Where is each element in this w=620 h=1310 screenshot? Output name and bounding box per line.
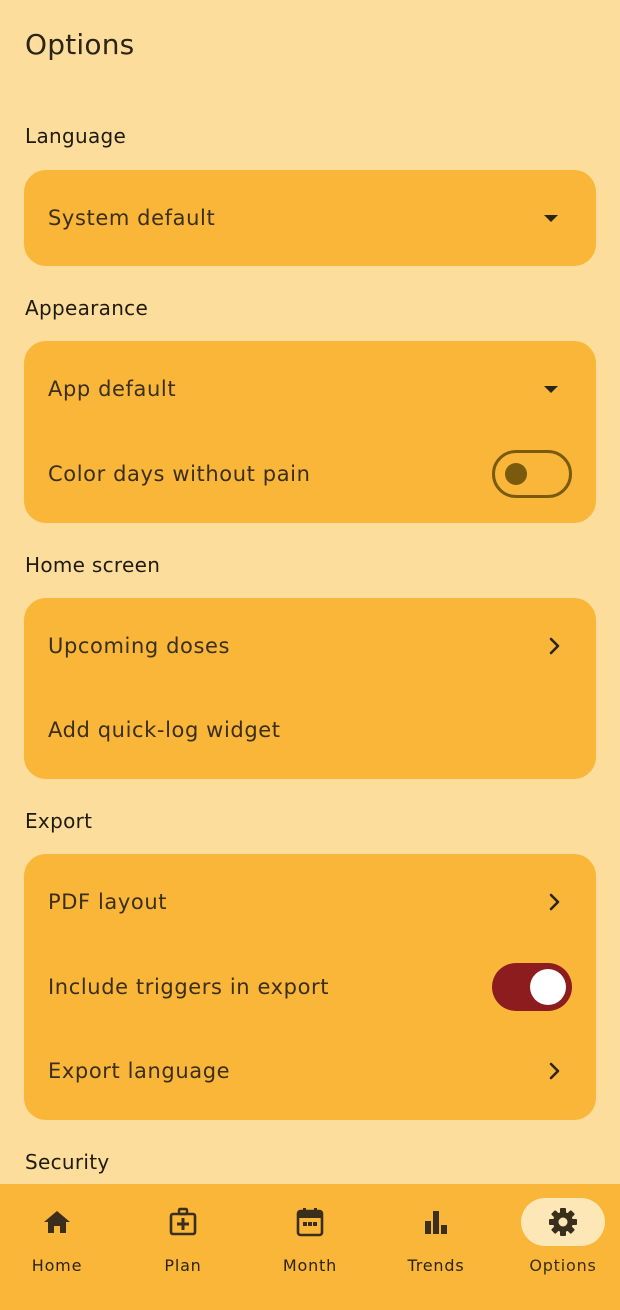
export-card: PDF layout Include triggers in export Ex… [24,854,596,1120]
dropdown-arrow-icon [544,214,558,222]
nav-options-label: Options [529,1256,597,1275]
chevron-right-icon [546,637,564,655]
language-card: System default [24,170,596,266]
language-dropdown[interactable]: System default [24,176,596,260]
nav-month-label: Month [282,1256,338,1275]
export-language-row[interactable]: Export language [24,1029,596,1113]
pdf-layout-label: PDF layout [48,890,168,914]
export-language-label: Export language [48,1059,231,1083]
section-title-language: Language [25,124,127,148]
color-days-row[interactable]: Color days without pain [24,432,596,516]
gear-icon [549,1208,577,1236]
color-days-label: Color days without pain [48,462,311,486]
upcoming-doses-label: Upcoming doses [48,634,231,658]
section-title-security: Security [25,1150,110,1174]
chevron-right-icon [546,893,564,911]
options-screen: Options Language System default Appearan… [0,0,620,1310]
nav-icon-container [394,1198,478,1246]
nav-home[interactable]: Home [0,1184,119,1310]
color-days-toggle[interactable] [492,450,572,498]
appearance-card: App default Color days without pain [24,341,596,523]
toggle-knob [505,463,527,485]
quick-log-widget-row[interactable]: Add quick-log widget [24,688,596,772]
nav-home-label: Home [31,1256,83,1275]
medical-kit-icon [169,1207,197,1236]
nav-trends-label: Trends [407,1256,465,1275]
nav-icon-container [141,1198,225,1246]
theme-dropdown[interactable]: App default [24,347,596,431]
upcoming-doses-row[interactable]: Upcoming doses [24,604,596,688]
chevron-right-icon [546,1062,564,1080]
include-triggers-toggle[interactable] [492,963,572,1011]
theme-value: App default [48,377,177,401]
nav-plan[interactable]: Plan [121,1184,245,1310]
pdf-layout-row[interactable]: PDF layout [24,860,596,944]
include-triggers-label: Include triggers in export [48,975,330,999]
quick-log-label: Add quick-log widget [48,718,281,742]
nav-month[interactable]: Month [248,1184,372,1310]
toggle-knob [530,969,566,1005]
home-screen-card: Upcoming doses Add quick-log widget [24,598,596,779]
nav-active-indicator [521,1198,605,1246]
nav-options[interactable]: Options [501,1184,620,1310]
nav-plan-label: Plan [164,1256,202,1275]
nav-icon-container [268,1198,352,1246]
bar-chart-icon [425,1211,447,1234]
page-title: Options [25,28,135,61]
nav-icon-container [15,1198,99,1246]
dropdown-arrow-icon [544,385,558,393]
language-value: System default [48,206,216,230]
calendar-icon [296,1208,324,1237]
include-triggers-row[interactable]: Include triggers in export [24,945,596,1029]
section-title-appearance: Appearance [25,296,149,320]
section-title-home-screen: Home screen [25,553,161,577]
section-title-export: Export [25,809,93,833]
bottom-navigation: Home Plan Month Trends Options [0,1184,620,1310]
nav-trends[interactable]: Trends [374,1184,498,1310]
home-icon [44,1211,70,1233]
